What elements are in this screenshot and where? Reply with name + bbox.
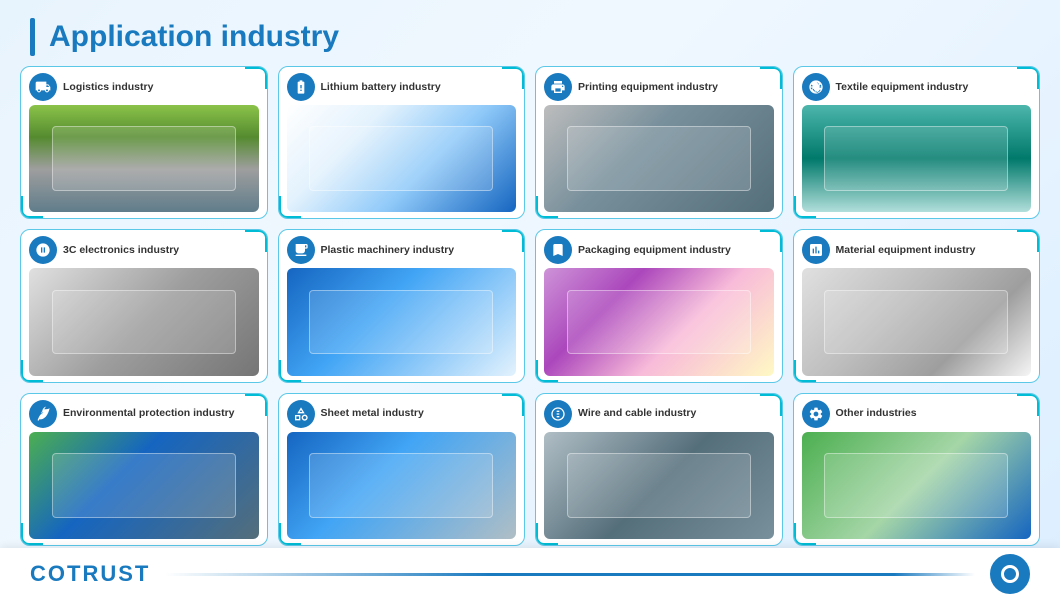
- card-image-other: [802, 432, 1032, 539]
- card-image-lithium: [287, 105, 517, 212]
- card-title-3c: 3C electronics industry: [63, 244, 179, 257]
- card-image-plastic: [287, 268, 517, 375]
- card-title-material: Material equipment industry: [836, 244, 976, 257]
- machine-shape: [567, 126, 751, 190]
- card-icon-other: [802, 400, 830, 428]
- industry-grid: Logistics industry Lithium battery indus…: [0, 66, 1060, 546]
- card-icon-environmental: [29, 400, 57, 428]
- card-icon-lithium: [287, 73, 315, 101]
- card-packaging[interactable]: Packaging equipment industry: [535, 229, 783, 382]
- machine-shape: [567, 453, 751, 517]
- machine-shape: [824, 290, 1008, 354]
- logo: COTRUST: [30, 561, 150, 587]
- card-icon-wire: [544, 400, 572, 428]
- footer-circle-inner: [1001, 565, 1019, 583]
- card-textile[interactable]: Textile equipment industry: [793, 66, 1041, 219]
- card-other[interactable]: Other industries: [793, 393, 1041, 546]
- card-header: Logistics industry: [29, 73, 259, 101]
- card-icon-logistics: [29, 73, 57, 101]
- card-image-environmental: [29, 432, 259, 539]
- card-header: Lithium battery industry: [287, 73, 517, 101]
- card-header: Sheet metal industry: [287, 400, 517, 428]
- card-image-sheetmetal: [287, 432, 517, 539]
- machine-shape: [52, 290, 236, 354]
- card-image-printing: [544, 105, 774, 212]
- card-header: 3C electronics industry: [29, 236, 259, 264]
- card-lithium[interactable]: Lithium battery industry: [278, 66, 526, 219]
- card-logistics[interactable]: Logistics industry: [20, 66, 268, 219]
- card-wire[interactable]: Wire and cable industry: [535, 393, 783, 546]
- card-icon-plastic: [287, 236, 315, 264]
- card-icon-packaging: [544, 236, 572, 264]
- card-icon-sheetmetal: [287, 400, 315, 428]
- card-title-plastic: Plastic machinery industry: [321, 244, 455, 257]
- card-title-printing: Printing equipment industry: [578, 81, 718, 94]
- card-title-logistics: Logistics industry: [63, 81, 153, 94]
- card-image-textile: [802, 105, 1032, 212]
- card-image-material: [802, 268, 1032, 375]
- card-icon-textile: [802, 73, 830, 101]
- card-environmental[interactable]: Environmental protection industry: [20, 393, 268, 546]
- card-header: Wire and cable industry: [544, 400, 774, 428]
- card-icon-printing: [544, 73, 572, 101]
- card-image-packaging: [544, 268, 774, 375]
- card-title-wire: Wire and cable industry: [578, 407, 696, 420]
- machine-shape: [567, 290, 751, 354]
- machine-shape: [824, 126, 1008, 190]
- card-image-3c: [29, 268, 259, 375]
- card-3c[interactable]: 3C electronics industry: [20, 229, 268, 382]
- card-sheetmetal[interactable]: Sheet metal industry: [278, 393, 526, 546]
- card-header: Environmental protection industry: [29, 400, 259, 428]
- card-material[interactable]: Material equipment industry: [793, 229, 1041, 382]
- card-title-other: Other industries: [836, 407, 917, 420]
- card-title-packaging: Packaging equipment industry: [578, 244, 731, 257]
- machine-shape: [824, 453, 1008, 517]
- header: Application industry: [0, 0, 1060, 66]
- machine-shape: [52, 453, 236, 517]
- footer-line: [165, 573, 975, 576]
- machine-shape: [309, 290, 493, 354]
- card-header: Packaging equipment industry: [544, 236, 774, 264]
- card-header: Plastic machinery industry: [287, 236, 517, 264]
- title-bar: [30, 18, 35, 56]
- card-header: Printing equipment industry: [544, 73, 774, 101]
- card-title-lithium: Lithium battery industry: [321, 81, 441, 94]
- machine-shape: [52, 126, 236, 190]
- card-plastic[interactable]: Plastic machinery industry: [278, 229, 526, 382]
- card-title-environmental: Environmental protection industry: [63, 407, 235, 420]
- machine-shape: [309, 453, 493, 517]
- card-printing[interactable]: Printing equipment industry: [535, 66, 783, 219]
- card-header: Textile equipment industry: [802, 73, 1032, 101]
- card-header: Material equipment industry: [802, 236, 1032, 264]
- page-title: Application industry: [49, 20, 339, 54]
- card-image-logistics: [29, 105, 259, 212]
- card-icon-material: [802, 236, 830, 264]
- footer: COTRUST: [0, 548, 1060, 600]
- card-header: Other industries: [802, 400, 1032, 428]
- card-icon-3c: [29, 236, 57, 264]
- card-title-sheetmetal: Sheet metal industry: [321, 407, 424, 420]
- footer-circle: [990, 554, 1030, 594]
- card-image-wire: [544, 432, 774, 539]
- card-title-textile: Textile equipment industry: [836, 81, 969, 94]
- machine-shape: [309, 126, 493, 190]
